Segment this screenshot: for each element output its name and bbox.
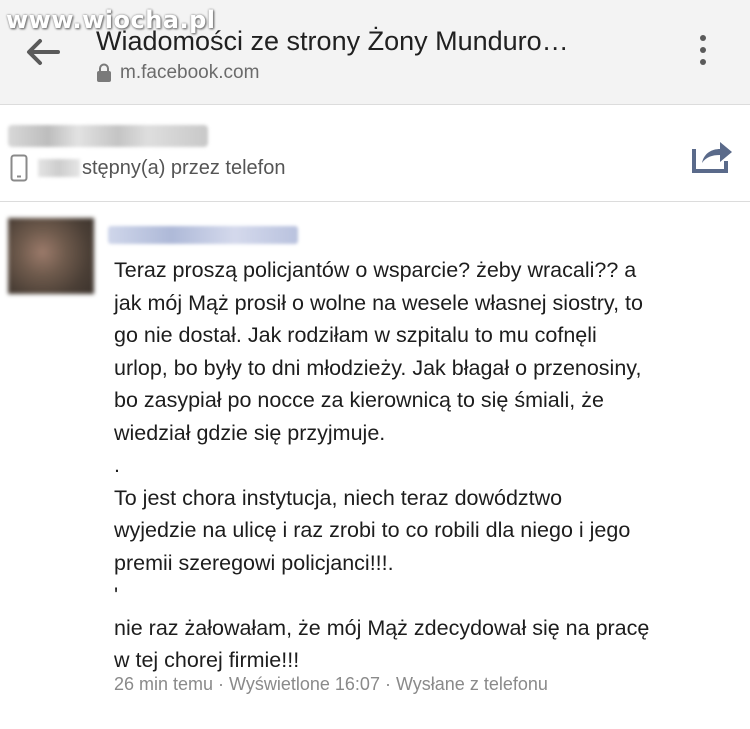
message-line: bo zasypiał po nocce za kierownicą to si… xyxy=(114,388,604,412)
message-line: . xyxy=(114,453,120,477)
avatar-blurred xyxy=(8,218,94,294)
author-name-blurred xyxy=(108,226,298,244)
share-icon xyxy=(692,142,732,173)
menu-button[interactable] xyxy=(688,30,718,70)
message-line: ' xyxy=(114,583,119,607)
status-text: stępny(a) przez telefon xyxy=(82,156,286,179)
message-line: wiedział gdzie się przyjmuje. xyxy=(114,420,386,445)
presence-status: stępny(a) przez telefon xyxy=(10,153,285,183)
message-line: jak mój Mąż prosił o wolne na wesele wła… xyxy=(114,290,643,315)
message-line: go nie dostał. Jak rodziłam w szpitalu t… xyxy=(114,323,597,347)
phone-icon xyxy=(10,154,28,182)
url-bar[interactable]: m.facebook.com xyxy=(96,61,259,85)
message-body: Teraz proszą policjantów o wsparcie? żeb… xyxy=(114,254,744,677)
message-line: urlop, bo były to dni młodzieży. Jak bła… xyxy=(114,355,642,380)
message-card: Teraz proszą policjantów o wsparcie? żeb… xyxy=(0,202,750,729)
back-button[interactable] xyxy=(22,32,62,72)
share-button[interactable] xyxy=(690,135,736,175)
message-line: Teraz proszą policjantów o wsparcie? żeb… xyxy=(114,258,637,282)
url-text: m.facebook.com xyxy=(120,62,260,83)
message-line: nie raz żałowałam, że mój Mąż zdecydował… xyxy=(114,615,650,640)
message-line: To jest chora instytucja, niech teraz do… xyxy=(114,485,563,510)
contact-name-blurred xyxy=(8,125,208,147)
message-meta: 26 min temu · Wyświetlone 16:07 · Wysłan… xyxy=(114,674,548,694)
watermark: www.wiocha.pl xyxy=(6,6,216,34)
status-prefix-blurred xyxy=(38,159,80,177)
conversation-header: stępny(a) przez telefon xyxy=(0,105,750,202)
message-line: w tej chorej firmie!!! xyxy=(114,648,300,672)
message-line: premii szeregowi policjanci!!!. xyxy=(114,550,394,575)
lock-icon xyxy=(97,63,111,82)
message-line: wyjedzie na ulicę i raz zrobi to co robi… xyxy=(114,518,631,542)
more-vert-icon xyxy=(700,35,706,65)
arrow-left-icon xyxy=(27,39,60,65)
